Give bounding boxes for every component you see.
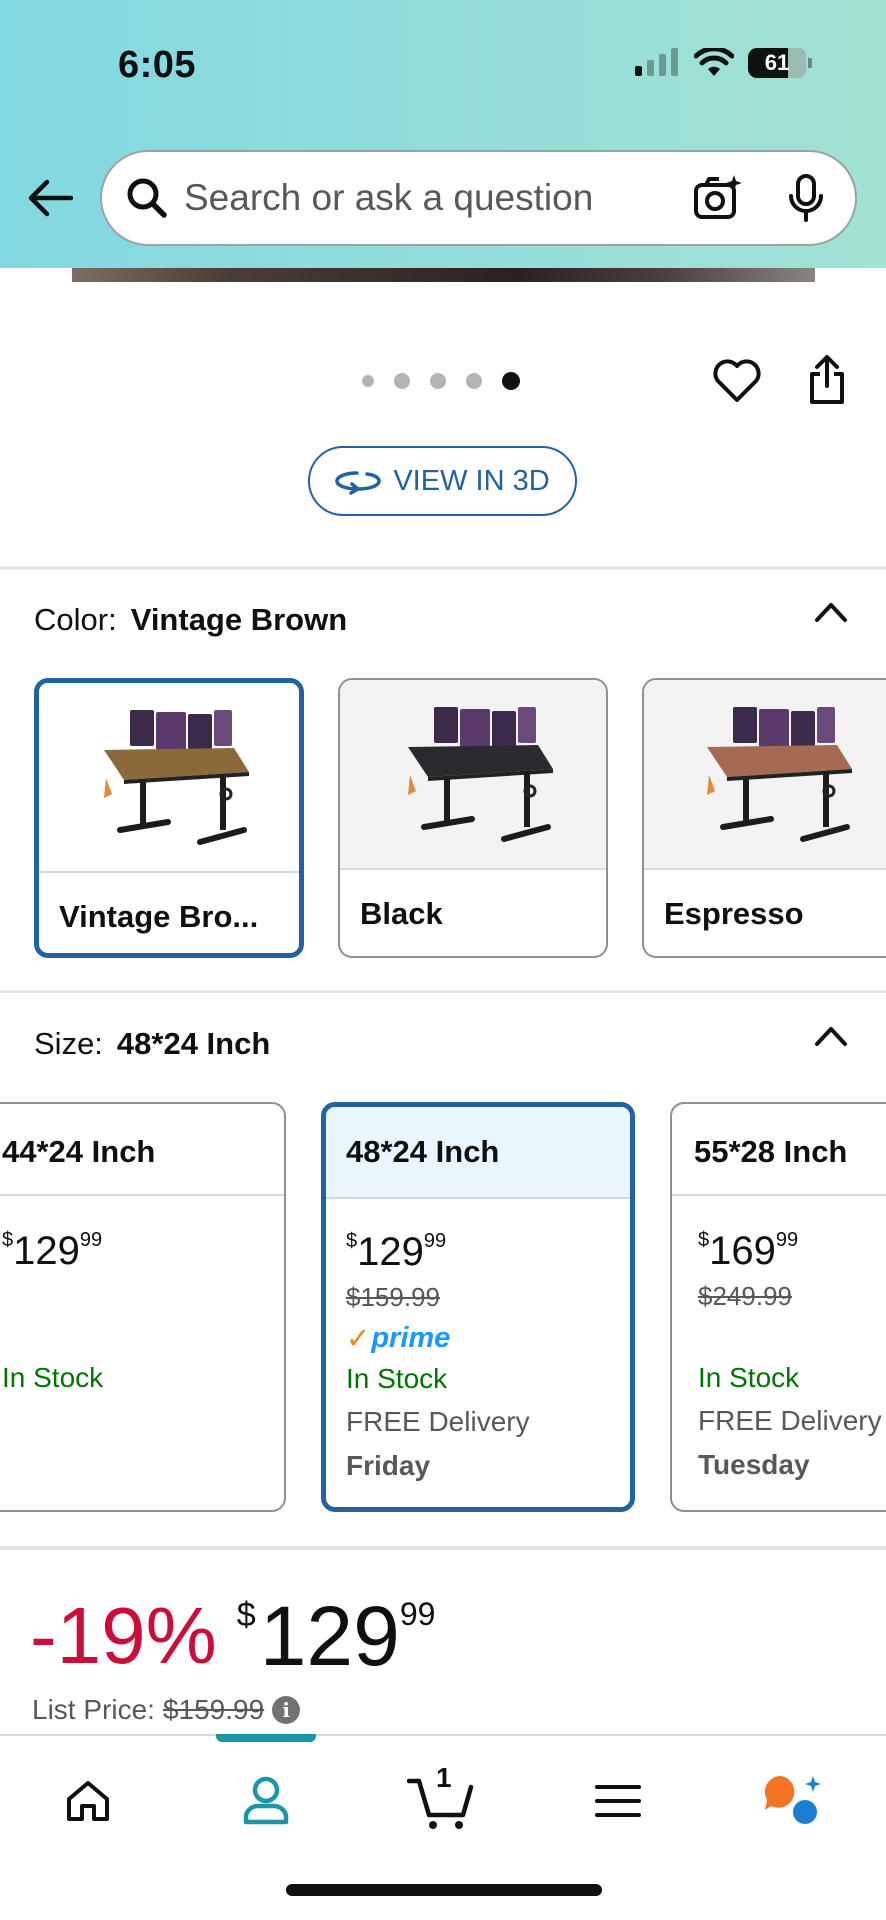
back-button[interactable] bbox=[26, 174, 74, 222]
section-divider bbox=[0, 990, 886, 993]
size-label: Size: bbox=[34, 1026, 103, 1061]
active-tab-indicator bbox=[216, 1734, 316, 1742]
desk-thumbnail bbox=[644, 680, 886, 870]
list-price: List Price: $159.99 i bbox=[32, 1694, 301, 1726]
section-divider bbox=[0, 1546, 886, 1550]
color-option-label: Espresso bbox=[664, 896, 804, 931]
selected-color-value: Vintage Brown bbox=[130, 602, 348, 637]
collapse-chevron-icon[interactable] bbox=[814, 1024, 848, 1048]
image-pagination-dots bbox=[362, 372, 520, 390]
section-divider bbox=[0, 566, 886, 570]
color-option-espresso[interactable]: Espresso bbox=[642, 678, 886, 958]
camera-search-button[interactable] bbox=[693, 173, 743, 223]
size-option-title: 55*28 Inch bbox=[672, 1104, 886, 1196]
status-icons: 61 bbox=[634, 48, 812, 78]
price-block: -19% $ 129 99 bbox=[30, 1586, 435, 1686]
delivery-info: FREE Delivery bbox=[346, 1406, 530, 1437]
prime-check-icon: ✓ bbox=[346, 1322, 371, 1355]
view-in-3d-label: VIEW IN 3D bbox=[393, 464, 550, 497]
price-fraction: 99 bbox=[399, 1596, 436, 1632]
pagination-dot bbox=[430, 373, 446, 389]
color-option-vintage-brown[interactable]: Vintage Bro... bbox=[34, 678, 304, 958]
nav-home[interactable] bbox=[48, 1766, 128, 1836]
size-selector-header: Size: 48*24 Inch bbox=[34, 1026, 270, 1062]
desk-thumbnail bbox=[340, 680, 606, 870]
discount-percentage: -19% bbox=[30, 1591, 217, 1680]
rotate-3d-icon bbox=[335, 471, 382, 495]
stock-status: In Stock bbox=[346, 1363, 448, 1394]
pagination-dot bbox=[394, 373, 410, 389]
view-in-3d-button[interactable]: VIEW IN 3D bbox=[308, 446, 577, 516]
delivery-day: Friday bbox=[346, 1450, 431, 1481]
product-image[interactable] bbox=[72, 268, 815, 282]
size-option-list-price: $159.99 bbox=[346, 1282, 440, 1312]
search-bar[interactable]: Search or ask a question bbox=[100, 150, 857, 246]
collapse-chevron-icon[interactable] bbox=[814, 600, 848, 624]
cart-count-badge: 1 bbox=[436, 1762, 452, 1793]
cellular-signal-icon bbox=[635, 48, 678, 76]
wishlist-heart-icon[interactable] bbox=[712, 358, 762, 404]
size-option-44x24[interactable]: 44*24 Inch $12999 In Stock bbox=[0, 1102, 286, 1512]
size-option-title: 48*24 Inch bbox=[326, 1107, 630, 1199]
nav-menu[interactable] bbox=[578, 1766, 658, 1836]
price-whole: 129 bbox=[259, 1589, 400, 1683]
color-option-label: Black bbox=[360, 896, 443, 931]
pagination-dot bbox=[362, 375, 374, 387]
color-option-label: Vintage Bro... bbox=[59, 899, 259, 934]
color-label: Color: bbox=[34, 602, 117, 637]
delivery-info: FREE Delivery bbox=[698, 1405, 882, 1436]
home-icon bbox=[67, 1781, 109, 1821]
info-icon[interactable]: i bbox=[272, 1696, 301, 1724]
color-selector-header: Color: Vintage Brown bbox=[34, 602, 347, 638]
desk-thumbnail bbox=[39, 683, 299, 873]
home-indicator bbox=[286, 1884, 602, 1896]
nav-account[interactable] bbox=[226, 1766, 306, 1836]
search-input[interactable]: Search or ask a question bbox=[184, 177, 693, 219]
color-option-black[interactable]: Black bbox=[338, 678, 608, 958]
person-icon bbox=[243, 1776, 289, 1825]
rufus-assistant-icon bbox=[764, 1775, 821, 1824]
delivery-day: Tuesday bbox=[698, 1449, 810, 1480]
back-arrow-icon bbox=[28, 179, 73, 217]
price-currency: $ bbox=[236, 1596, 256, 1634]
size-option-title: 44*24 Inch bbox=[0, 1104, 284, 1196]
app-header: 6:05 61 Search or ask a question bbox=[0, 0, 886, 268]
stock-status: In Stock bbox=[698, 1362, 800, 1393]
share-icon[interactable] bbox=[806, 354, 848, 406]
nav-rufus-assistant[interactable] bbox=[754, 1766, 834, 1836]
selected-size-value: 48*24 Inch bbox=[116, 1026, 271, 1061]
size-option-price: $16999 bbox=[698, 1229, 799, 1273]
stock-status: In Stock bbox=[2, 1362, 104, 1393]
search-icon bbox=[124, 175, 170, 221]
size-option-list-price: $249.99 bbox=[698, 1281, 792, 1311]
size-option-48x24[interactable]: 48*24 Inch $12999 $159.99 ✓ prime In Stoc… bbox=[321, 1102, 635, 1512]
size-option-price: $12999 bbox=[2, 1229, 103, 1273]
size-option-price: $12999 bbox=[346, 1230, 447, 1274]
wifi-icon bbox=[694, 48, 734, 76]
microphone-icon bbox=[789, 174, 823, 222]
status-time: 6:05 bbox=[118, 44, 197, 86]
voice-search-button[interactable] bbox=[785, 173, 827, 223]
pagination-dot-active bbox=[502, 372, 520, 390]
camera-sparkle-icon bbox=[694, 175, 742, 219]
hamburger-menu-icon bbox=[595, 1785, 641, 1817]
size-option-list-price bbox=[2, 1281, 284, 1317]
battery-level: 61 bbox=[764, 50, 790, 75]
battery-icon: 61 bbox=[748, 48, 806, 78]
nav-cart[interactable]: 1 bbox=[402, 1762, 482, 1836]
list-price-value: $159.99 bbox=[162, 1694, 265, 1725]
list-price-label: List Price: bbox=[32, 1694, 155, 1725]
prime-badge: ✓ prime bbox=[346, 1321, 451, 1355]
pagination-dot bbox=[466, 373, 482, 389]
size-option-55x28[interactable]: 55*28 Inch $16999 $249.99 In Stock FREE … bbox=[670, 1102, 886, 1512]
